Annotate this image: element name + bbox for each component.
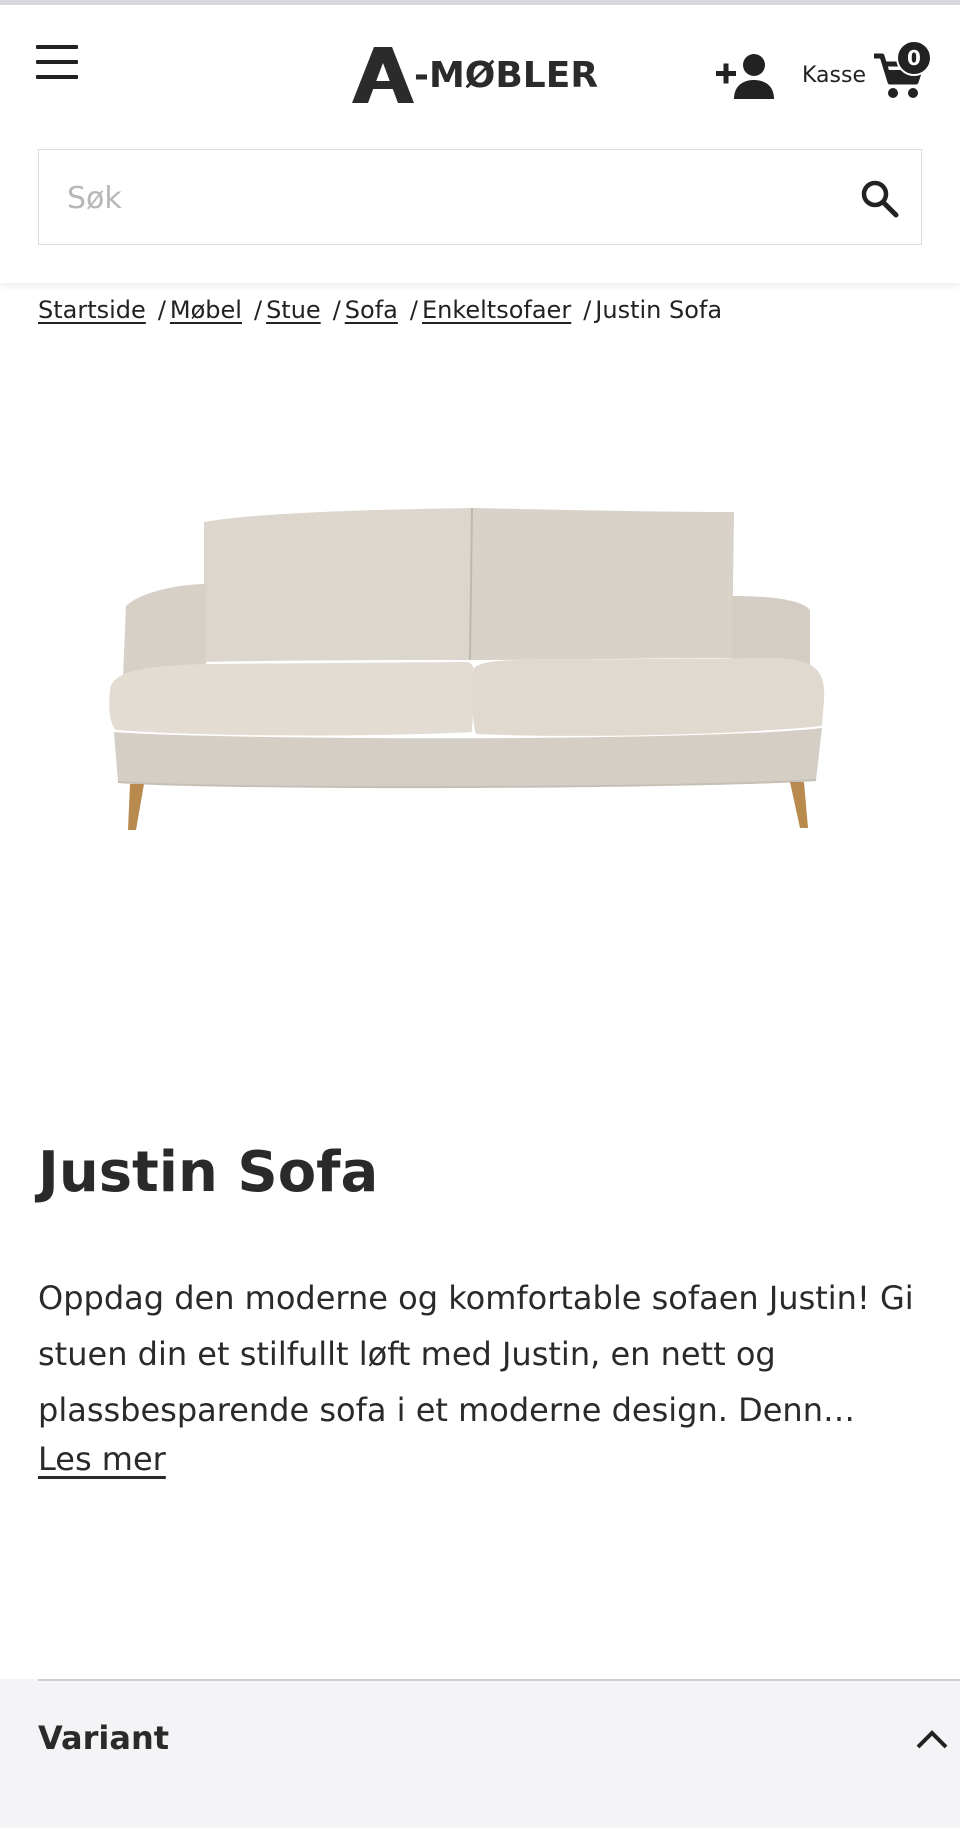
product-image-sofa[interactable] xyxy=(100,500,830,840)
breadcrumb-link-sofa[interactable]: Sofa xyxy=(345,296,398,324)
cart-count-badge: 0 xyxy=(895,40,932,76)
breadcrumb-link-mobel[interactable]: Møbel xyxy=(170,296,242,324)
cart[interactable]: 0 xyxy=(872,40,932,102)
add-user-button[interactable] xyxy=(716,51,774,99)
breadcrumb: Startside / Møbel / Stue / Sofa / Enkeltsofaer / J… xyxy=(38,296,722,324)
add-user-icon xyxy=(716,54,774,99)
read-more-link[interactable]: Les mer xyxy=(38,1440,166,1478)
menu-bar xyxy=(36,75,78,79)
checkout-button[interactable]: Kasse 0 xyxy=(802,40,932,105)
product-title: Justin Sofa xyxy=(38,1140,379,1205)
breadcrumb-link-startside[interactable]: Startside xyxy=(38,296,146,324)
breadcrumb-current: Justin Sofa xyxy=(595,296,723,324)
menu-bar xyxy=(36,60,78,64)
variant-accordion[interactable]: Variant xyxy=(0,1679,960,1828)
breadcrumb-separator: / xyxy=(583,296,592,324)
search-box xyxy=(38,149,922,246)
chevron-up-icon[interactable] xyxy=(914,1723,950,1753)
checkout-label: Kasse xyxy=(802,62,866,88)
breadcrumb-separator: / xyxy=(253,296,263,324)
variant-heading: Variant xyxy=(38,1719,170,1757)
search-icon[interactable] xyxy=(859,178,899,218)
menu-bar xyxy=(36,45,78,49)
breadcrumb-separator: / xyxy=(157,296,166,324)
breadcrumb-separator: / xyxy=(409,296,418,324)
site-logo[interactable]: -MØBLER xyxy=(352,45,612,105)
hamburger-menu-icon[interactable] xyxy=(36,45,80,79)
logo-text: -MØBLER xyxy=(414,54,599,96)
breadcrumb-link-enkeltsofaer[interactable]: Enkeltsofaer xyxy=(422,296,571,324)
breadcrumb-separator: / xyxy=(332,296,341,324)
breadcrumb-link-stue[interactable]: Stue xyxy=(266,296,321,324)
search-input[interactable] xyxy=(65,150,829,246)
site-header: -MØBLER Kasse 0 xyxy=(0,5,960,283)
product-description: Oppdag den moderne og komfortable sofaen… xyxy=(38,1279,914,1429)
logo-a-mark-icon xyxy=(352,47,414,103)
divider xyxy=(38,1679,960,1681)
